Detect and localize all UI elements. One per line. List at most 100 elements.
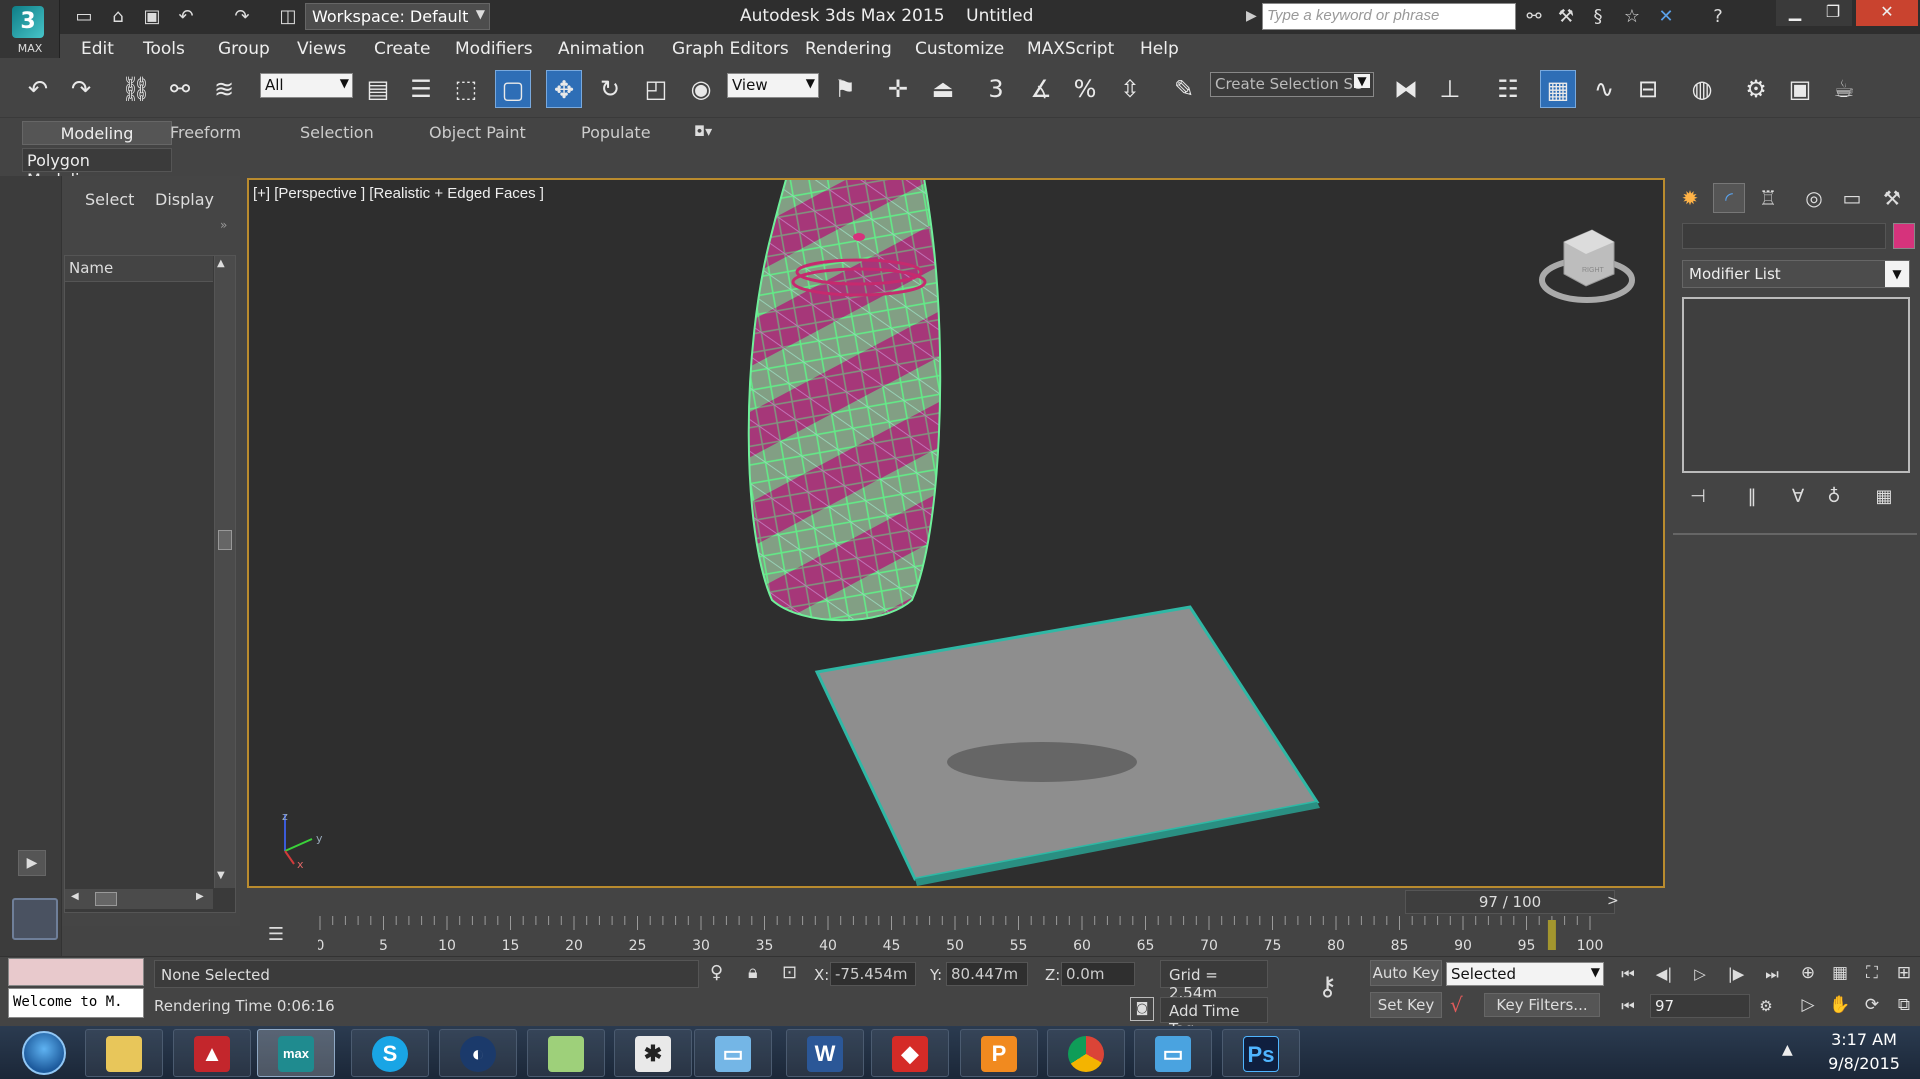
subscription-icon[interactable]: ⚒ xyxy=(1554,5,1578,29)
tab-populate[interactable]: Populate xyxy=(581,123,651,142)
z-coordinate-field[interactable]: 0.0m xyxy=(1061,962,1135,986)
scene-object-list[interactable] xyxy=(64,255,236,913)
tab-object-paint[interactable]: Object Paint xyxy=(429,123,526,142)
default-in-out-tangent-icon[interactable]: √ xyxy=(1450,993,1463,1017)
new-file-icon[interactable]: ▭ xyxy=(72,5,96,29)
set-keys-key-icon[interactable]: ⚷ xyxy=(1318,972,1337,1002)
select-object-icon[interactable]: ▤ xyxy=(360,70,396,108)
render-production-icon[interactable]: ☕ xyxy=(1826,70,1862,108)
project-folder-icon[interactable]: ◫ xyxy=(276,5,300,29)
time-slider[interactable]: 97 / 100 xyxy=(1405,890,1615,914)
curve-editor-icon[interactable]: ∿ xyxy=(1586,70,1622,108)
menu-views[interactable]: Views xyxy=(297,39,346,59)
menu-tools[interactable]: Tools xyxy=(143,39,185,59)
perspective-viewport[interactable]: RIGHT z y x xyxy=(247,178,1665,888)
explorer-tab-display[interactable]: Display xyxy=(155,190,214,209)
close-button[interactable]: ✕ xyxy=(1856,0,1918,26)
y-coordinate-field[interactable]: 80.447m xyxy=(946,962,1028,986)
hierarchy-tab-icon[interactable]: ♖ xyxy=(1752,183,1784,213)
edit-named-selection-icon[interactable]: ✎ xyxy=(1166,70,1202,108)
auto-key-button[interactable]: Auto Key xyxy=(1370,960,1442,986)
key-filters-button[interactable]: Key Filters... xyxy=(1484,993,1600,1017)
percent-snap-icon[interactable]: % xyxy=(1067,70,1103,108)
rectangular-selection-icon[interactable]: ⬚ xyxy=(448,70,484,108)
selection-lock-icon[interactable]: 🔒︎ xyxy=(748,962,758,983)
taskbar-folder[interactable] xyxy=(527,1029,605,1077)
unlink-icon[interactable]: ⚯ xyxy=(162,70,198,108)
layer-explorer-icon[interactable]: ☷ xyxy=(1490,70,1526,108)
gherkin-tower-mesh[interactable] xyxy=(699,180,999,700)
zoom-extents-all-icon[interactable]: ⊞ xyxy=(1890,960,1918,986)
scroll-right-icon[interactable]: ▶ xyxy=(196,891,204,902)
taskbar-photo-gallery[interactable]: ▭ xyxy=(1134,1029,1212,1077)
track-bar[interactable]: 0 5 10 15 20 25 30 35 40 45 50 55 60 65 70 75 80 85 90 95 10… xyxy=(318,916,1618,956)
clock-date[interactable]: 9/8/2015 xyxy=(1810,1054,1918,1073)
mini-viewport-icon[interactable] xyxy=(12,898,58,940)
make-unique-icon[interactable]: ∀ xyxy=(1784,484,1812,510)
binoculars-icon[interactable]: ⚯ xyxy=(1522,5,1546,29)
material-editor-icon[interactable]: ◍ xyxy=(1684,70,1720,108)
set-key-button[interactable]: Set Key xyxy=(1370,992,1442,1018)
time-configuration-icon[interactable]: ⚙ xyxy=(1752,994,1780,1018)
rendered-frame-window-icon[interactable]: ▣ xyxy=(1782,70,1818,108)
taskbar-photoshop[interactable]: Ps xyxy=(1222,1029,1300,1077)
motion-tab-icon[interactable]: ◎ xyxy=(1798,183,1830,213)
create-tab-icon[interactable]: ✹ xyxy=(1674,183,1706,213)
schematic-view-icon[interactable]: ⊟ xyxy=(1630,70,1666,108)
play-icon[interactable]: ▶ xyxy=(18,850,46,876)
reference-coordinate-dropdown[interactable]: View ▼ xyxy=(727,73,819,98)
isolate-selection-icon[interactable]: ♀ xyxy=(710,962,723,983)
menu-maxscript[interactable]: MAXScript xyxy=(1027,39,1114,59)
tab-modeling[interactable]: Modeling xyxy=(22,121,172,145)
scroll-left-icon[interactable]: ◀ xyxy=(71,891,79,902)
taskbar-presentation[interactable]: P xyxy=(960,1029,1038,1077)
viewcube[interactable]: RIGHT xyxy=(1539,229,1635,303)
explorer-horizontal-scrollbar[interactable]: ◀ ▶ xyxy=(65,889,213,909)
modifier-stack[interactable] xyxy=(1682,297,1910,473)
menu-customize[interactable]: Customize xyxy=(915,39,1004,59)
menu-rendering[interactable]: Rendering xyxy=(805,39,892,59)
redo-icon[interactable]: ↷ xyxy=(63,70,99,108)
search-input[interactable]: Type a keyword or phrase xyxy=(1262,3,1516,30)
configure-modifier-sets-icon[interactable]: ▦ xyxy=(1870,484,1898,510)
select-and-scale-icon[interactable]: ◰ xyxy=(638,70,674,108)
zoom-all-icon[interactable]: ▦ xyxy=(1826,960,1854,986)
spinner-snap-icon[interactable]: ⇳ xyxy=(1112,70,1148,108)
key-mode-dropdown[interactable]: Selected ▼ xyxy=(1446,962,1604,986)
maximize-viewport-icon[interactable]: ⧉ xyxy=(1890,992,1918,1018)
next-frame-icon[interactable]: |▶ xyxy=(1722,962,1750,986)
taskbar-mudbox[interactable]: ✱ xyxy=(614,1029,692,1077)
scene-render[interactable]: RIGHT z y x xyxy=(249,180,1665,888)
object-name-field[interactable] xyxy=(1682,223,1886,249)
current-frame-field[interactable]: 97 xyxy=(1650,994,1750,1018)
menu-help[interactable]: Help xyxy=(1140,39,1179,59)
current-frame-marker[interactable] xyxy=(1547,920,1556,950)
add-time-tag-button[interactable]: Add Time Tag xyxy=(1160,997,1268,1038)
start-button[interactable] xyxy=(8,1029,78,1077)
render-setup-icon[interactable]: ⚙ xyxy=(1738,70,1774,108)
undo-icon[interactable]: ↶ xyxy=(174,5,198,29)
taskbar-explorer[interactable] xyxy=(85,1029,163,1077)
taskbar-3dsmax[interactable]: max xyxy=(257,1029,335,1077)
hscroll-thumb[interactable] xyxy=(95,892,117,906)
keyboard-shortcut-override-icon[interactable]: ⏏ xyxy=(925,70,961,108)
app-menu-button[interactable]: 3 MAX xyxy=(0,0,60,58)
utilities-tab-icon[interactable]: ⚒ xyxy=(1876,183,1908,213)
save-icon[interactable]: ▣ xyxy=(140,5,164,29)
taskbar-chrome[interactable] xyxy=(1047,1029,1125,1077)
go-to-end-icon[interactable]: ⏭ xyxy=(1758,962,1786,986)
display-tab-icon[interactable]: ▭ xyxy=(1836,183,1868,213)
menu-edit[interactable]: Edit xyxy=(81,39,114,59)
scrollbar-thumb[interactable] xyxy=(218,530,232,550)
workspace-dropdown[interactable]: Workspace: Default ▼ xyxy=(305,3,490,30)
zoom-icon[interactable]: ⊕ xyxy=(1794,960,1822,986)
select-and-rotate-icon[interactable]: ↻ xyxy=(592,70,628,108)
previous-frame-icon[interactable]: ◀| xyxy=(1650,962,1678,986)
modifier-list-dropdown[interactable]: Modifier List ▼ xyxy=(1682,260,1910,288)
select-and-link-icon[interactable]: ⛓ xyxy=(118,70,154,108)
menu-group[interactable]: Group xyxy=(218,39,270,59)
maxscript-listener-mini[interactable] xyxy=(8,958,144,986)
absolute-mode-icon[interactable]: ⊡ xyxy=(782,962,797,983)
taskbar-skype[interactable]: S xyxy=(351,1029,429,1077)
select-and-place-icon[interactable]: ◉ xyxy=(683,70,719,108)
